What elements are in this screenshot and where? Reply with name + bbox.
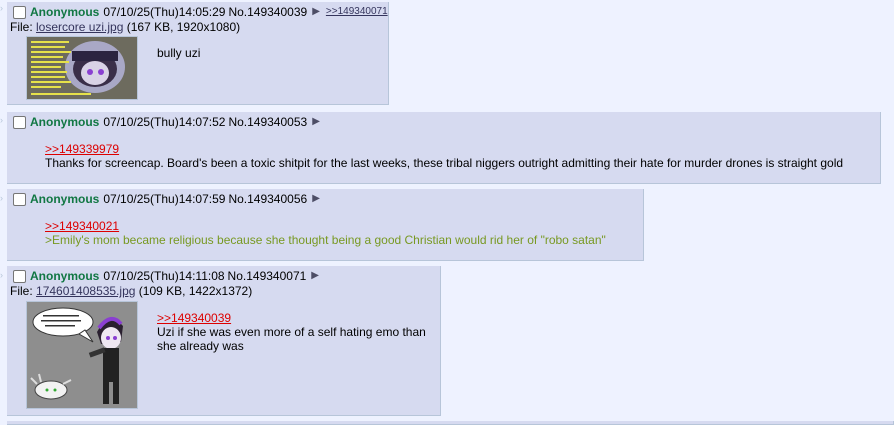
post-select-checkbox[interactable] xyxy=(13,192,26,206)
post: Anonymous 07/10/25(Thu)14:11:08 No.14934… xyxy=(7,266,441,416)
file-info: File: losercore uzi.jpg (167 KB, 1920x10… xyxy=(10,20,240,34)
post-number[interactable]: No.149340053 xyxy=(228,115,307,129)
side-arrow-icon: › xyxy=(0,270,3,280)
post-text: Uzi if she was even more of a self hatin… xyxy=(157,325,426,353)
file-link[interactable]: losercore uzi.jpg xyxy=(36,20,123,34)
post-info: Anonymous 07/10/25(Thu)14:07:59 No.14934… xyxy=(11,192,320,206)
post xyxy=(7,421,894,425)
post-date: 07/10/25(Thu)14:07:52 xyxy=(103,115,226,129)
file-link[interactable]: 174601408535.jpg xyxy=(36,284,135,298)
post-number[interactable]: No.149340056 xyxy=(228,192,307,206)
post-thumbnail[interactable] xyxy=(26,36,138,100)
post-thumbnail[interactable] xyxy=(26,301,138,409)
post: Anonymous 07/10/25(Thu)14:05:29 No.14934… xyxy=(7,2,389,105)
poster-name: Anonymous xyxy=(30,192,100,206)
post-message: >>149339979 Thanks for screencap. Board'… xyxy=(45,142,843,170)
post-date: 07/10/25(Thu)14:11:08 xyxy=(103,269,225,283)
post-select-checkbox[interactable] xyxy=(13,269,26,283)
greentext-line: >Emily's mom became religious because sh… xyxy=(45,233,606,247)
backlink[interactable]: >>149340071 xyxy=(326,5,388,19)
quote-link[interactable]: >>149340021 xyxy=(45,219,606,233)
post-date: 07/10/25(Thu)14:05:29 xyxy=(103,5,226,19)
post-date: 07/10/25(Thu)14:07:59 xyxy=(103,192,226,206)
post-info: Anonymous 07/10/25(Thu)14:05:29 No.14934… xyxy=(11,5,388,19)
post-message: >>149340021 >Emily's mom became religiou… xyxy=(45,219,606,247)
post-info: Anonymous 07/10/25(Thu)14:11:08 No.14934… xyxy=(11,269,319,283)
poster-name: Anonymous xyxy=(30,115,100,129)
file-label: File: xyxy=(10,20,33,34)
post-text: Thanks for screencap. Board's been a tox… xyxy=(45,156,844,170)
file-info: File: 174601408535.jpg (109 KB, 1422x137… xyxy=(10,284,252,298)
side-arrow-icon: › xyxy=(0,115,3,125)
side-arrow-icon: › xyxy=(0,193,3,203)
side-arrow-icon: › xyxy=(0,3,3,13)
post-select-checkbox[interactable] xyxy=(13,115,26,129)
post-message: bully uzi xyxy=(157,46,200,60)
post: Anonymous 07/10/25(Thu)14:07:52 No.14934… xyxy=(7,112,881,184)
post-number[interactable]: No.149340039 xyxy=(228,5,307,19)
post-menu-icon[interactable]: ▶ xyxy=(312,115,320,129)
quote-link[interactable]: >>149340039 xyxy=(157,311,427,325)
poster-name: Anonymous xyxy=(30,5,100,19)
file-meta: (109 KB, 1422x1372) xyxy=(138,284,253,298)
post-text: bully uzi xyxy=(157,46,201,60)
post: Anonymous 07/10/25(Thu)14:07:59 No.14934… xyxy=(7,189,644,261)
poster-name: Anonymous xyxy=(30,269,100,283)
post-menu-icon[interactable]: ▶ xyxy=(312,5,320,19)
quote-link[interactable]: >>149339979 xyxy=(45,142,843,156)
post-menu-icon[interactable]: ▶ xyxy=(311,269,319,283)
post-select-checkbox[interactable] xyxy=(13,5,26,19)
thumbnail-image xyxy=(27,302,137,408)
post-message: >>149340039 Uzi if she was even more of … xyxy=(157,311,427,353)
file-label: File: xyxy=(10,284,33,298)
post-menu-icon[interactable]: ▶ xyxy=(312,192,320,206)
file-meta: (167 KB, 1920x1080) xyxy=(126,20,241,34)
post-number[interactable]: No.149340071 xyxy=(228,269,307,283)
post-info: Anonymous 07/10/25(Thu)14:07:52 No.14934… xyxy=(11,115,320,129)
thumbnail-image xyxy=(27,37,137,99)
